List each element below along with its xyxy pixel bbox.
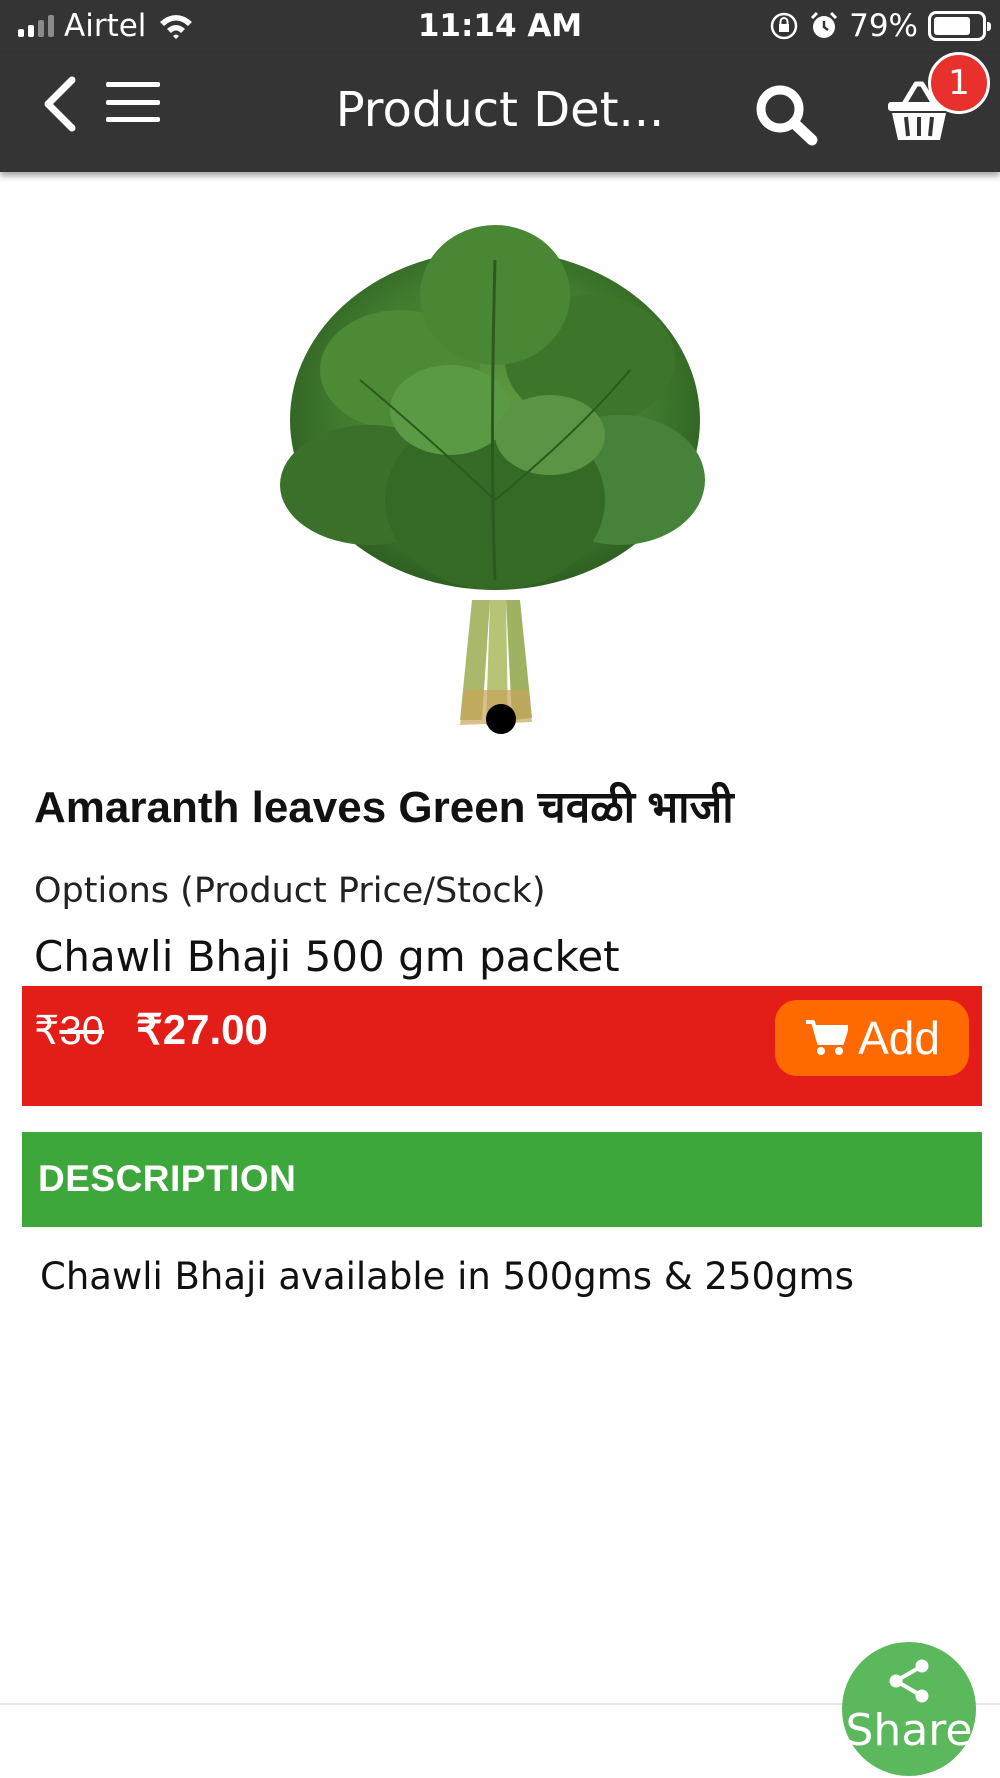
menu-icon[interactable]	[106, 78, 160, 126]
back-icon[interactable]	[38, 72, 82, 136]
share-button[interactable]: Share	[842, 1642, 976, 1776]
carousel-indicator[interactable]	[486, 704, 516, 734]
variant-name: Chawli Bhaji 500 gm packet	[34, 932, 620, 981]
add-to-cart-button[interactable]: Add	[775, 1000, 969, 1076]
original-price-amount: 30	[59, 1009, 104, 1053]
currency-symbol: ₹	[34, 1009, 60, 1053]
cart-count-badge[interactable]: 1	[928, 52, 990, 114]
orientation-lock-icon	[770, 12, 798, 40]
app-bar: Product Det...	[0, 54, 1000, 172]
alarm-icon	[811, 11, 838, 38]
original-price: ₹30	[34, 1006, 104, 1056]
page-title: Product Det...	[335, 82, 665, 138]
search-icon[interactable]	[752, 82, 820, 146]
product-name: Amaranth leaves Green चवळी भाजी	[34, 783, 734, 832]
shopping-cart-icon	[806, 1020, 849, 1055]
description-header[interactable]: DESCRIPTION	[22, 1132, 982, 1227]
share-label: Share	[845, 1705, 973, 1756]
status-bar: Airtel 11:14 AM 79%	[0, 0, 1000, 54]
battery-percentage: 79%	[849, 8, 918, 44]
product-image	[280, 225, 705, 725]
battery-icon	[928, 11, 991, 41]
description-text: Chawli Bhaji available in 500gms & 250gm…	[40, 1255, 854, 1298]
status-right: 79%	[769, 8, 991, 44]
share-icon	[889, 1659, 929, 1703]
options-label: Options (Product Price/Stock)	[34, 871, 546, 911]
price-bar: ₹30 ₹27.00 Add	[22, 986, 982, 1106]
sale-price: ₹27.00	[136, 1006, 268, 1053]
add-button-label: Add	[858, 1012, 940, 1064]
description-title: DESCRIPTION	[38, 1158, 297, 1199]
